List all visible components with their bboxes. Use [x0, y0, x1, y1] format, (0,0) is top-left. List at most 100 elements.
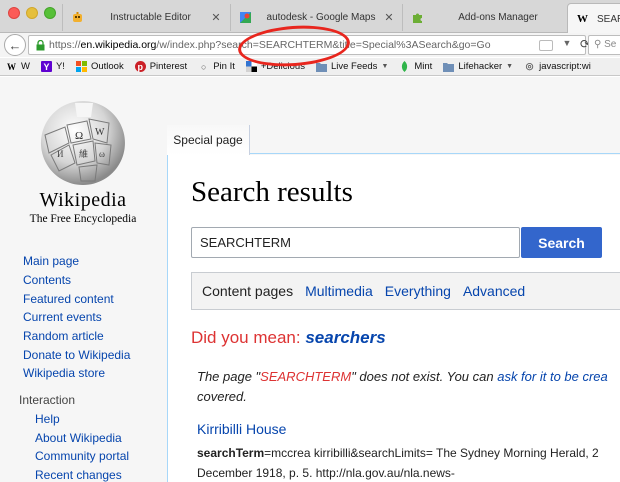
chevron-down-icon[interactable]: ▼: [561, 38, 573, 48]
bookmark-folder-live-feeds[interactable]: Live Feeds ▼: [315, 61, 388, 72]
bookmark-label: Y!: [55, 61, 65, 72]
url-bar[interactable]: https://en.wikipedia.org/w/index.php?sea…: [28, 35, 590, 55]
pinterest-icon: p: [134, 61, 146, 72]
outlook-icon: [75, 61, 87, 72]
tab-special-page[interactable]: Special page: [167, 125, 250, 155]
bookmark-pin-it[interactable]: ○ Pin It: [198, 61, 235, 72]
sidebar-item-community-portal[interactable]: Community portal: [35, 449, 129, 463]
close-tab-icon[interactable]: ✕: [209, 11, 223, 24]
bookmark-outlook[interactable]: Outlook: [75, 61, 124, 72]
bookmark-label: Outlook: [90, 61, 124, 72]
did-you-mean: Did you mean: searchers: [191, 328, 386, 348]
page-not-exist-notice: The page "SEARCHTERM" does not exist. Yo…: [197, 367, 608, 407]
bookmark-folder-lifehacker[interactable]: Lifehacker ▼: [443, 61, 513, 72]
navigation-bar: ← https://en.wikipedia.org/w/index.php?s…: [0, 33, 620, 57]
request-page-link[interactable]: ask for it to be crea: [497, 369, 608, 384]
notice-text: covered.: [197, 389, 247, 404]
puzzle-piece-icon: [411, 11, 424, 24]
sidebar-item-random-article[interactable]: Random article: [23, 329, 104, 343]
page-title: Search results: [191, 176, 353, 208]
search-profile-bar: Content pages Multimedia Everything Adva…: [191, 272, 620, 310]
back-button[interactable]: ←: [4, 34, 26, 56]
lock-icon: [33, 39, 47, 51]
sidebar-heading-interaction: Interaction: [19, 393, 76, 407]
bookmark-label: Live Feeds: [330, 61, 378, 72]
bookmark-label: Mint: [414, 61, 433, 72]
reader-view-icon[interactable]: [539, 40, 553, 51]
did-you-mean-prefix: Did you mean:: [191, 328, 306, 347]
notice-text: The page ": [197, 369, 261, 384]
sidebar-item-featured-content[interactable]: Featured content: [23, 292, 114, 306]
wikipedia-tagline: The Free Encyclopedia: [29, 213, 137, 225]
bookmarklet-icon: ◎: [525, 61, 534, 71]
url-text[interactable]: https://en.wikipedia.org/w/index.php?sea…: [49, 39, 519, 51]
sidebar-item-donate[interactable]: Donate to Wikipedia: [23, 348, 130, 362]
sidebar-item-main-page[interactable]: Main page: [23, 254, 79, 268]
svg-text:Ω: Ω: [75, 130, 83, 142]
bookmark-wikipedia[interactable]: W W: [6, 61, 30, 72]
yahoo-icon: Y: [40, 61, 52, 72]
bookmark-mint[interactable]: Mint: [399, 61, 432, 72]
url-host: en.wikipedia.org: [80, 39, 157, 51]
bookmark-label: Pinterest: [149, 61, 188, 72]
tab-label: autodesk - Google Maps: [266, 12, 376, 23]
tab-add-ons-manager[interactable]: Add-ons Manager: [402, 4, 564, 31]
instructables-robot-icon: [71, 11, 84, 24]
url-path: /w/index.php?search=SEARCHTERM&title=Spe…: [156, 39, 491, 51]
svg-text:維: 維: [79, 148, 88, 159]
chevron-down-icon: ▼: [506, 63, 514, 70]
delicious-icon: [245, 61, 257, 72]
url-scheme: https://: [49, 39, 81, 51]
search-placeholder: Se: [604, 39, 617, 50]
search-result-snippet: searchTerm=mccrea kirribilli&searchLimit…: [197, 443, 620, 482]
sidebar-item-help[interactable]: Help: [35, 412, 60, 426]
tab-bar: Instructable Editor ✕ autodesk - Google …: [0, 0, 620, 34]
search-button[interactable]: Search: [521, 227, 602, 258]
window-maximize-button[interactable]: [44, 7, 56, 19]
sidebar-item-about[interactable]: About Wikipedia: [35, 431, 122, 445]
bookmark-label: javascript:wi: [539, 61, 591, 72]
snippet-text: =mccrea kirribilli&searchLimits= The Syd…: [264, 446, 599, 460]
tab-instructable-editor[interactable]: Instructable Editor ✕: [62, 4, 227, 31]
search-input[interactable]: ⚲ Se: [588, 35, 620, 55]
svg-text:И: И: [57, 149, 64, 159]
close-tab-icon[interactable]: ✕: [382, 11, 396, 24]
profile-multimedia[interactable]: Multimedia: [305, 283, 373, 299]
bookmark-pinterest[interactable]: p Pinterest: [134, 61, 188, 72]
wikipedia-w-icon: W: [7, 61, 16, 72]
search-result-title[interactable]: Kirribilli House: [197, 421, 286, 437]
bookmark-yahoo[interactable]: Y Y!: [40, 61, 65, 72]
folder-icon: [443, 61, 455, 72]
bookmark-label: Pin It: [213, 61, 235, 72]
bookmark-label: W: [21, 61, 30, 72]
tab-label: Add-ons Manager: [458, 12, 538, 23]
bookmark-label: +Delicious: [260, 61, 305, 72]
profile-content-pages: Content pages: [202, 283, 294, 299]
sidebar-item-store[interactable]: Wikipedia store: [23, 366, 105, 380]
profile-everything[interactable]: Everything: [385, 283, 451, 299]
window-close-button[interactable]: [8, 7, 20, 19]
sidebar-item-recent-changes[interactable]: Recent changes: [35, 468, 122, 482]
missing-page-link[interactable]: SEARCHTERM: [260, 369, 351, 384]
profile-advanced[interactable]: Advanced: [463, 283, 525, 299]
bookmark-javascript[interactable]: ◎ javascript:wi: [524, 61, 591, 72]
tabs-divider: [250, 153, 620, 154]
tab-wikipedia-search[interactable]: W SEAR: [567, 3, 620, 34]
snippet-match: searchTerm: [197, 446, 265, 460]
bookmark-delicious[interactable]: +Delicious: [245, 61, 305, 72]
folder-icon: [315, 61, 327, 72]
sidebar-item-current-events[interactable]: Current events: [23, 310, 102, 324]
google-maps-pin-icon: [239, 11, 252, 24]
search-input[interactable]: SEARCHTERM: [191, 227, 520, 258]
mint-leaf-icon: [399, 61, 410, 72]
notice-text: " does not exist. You can: [351, 369, 498, 384]
bookmarks-toolbar: W W Y Y! Outlook p Pinterest ○ Pin It +D…: [0, 58, 620, 76]
tab-label: Instructable Editor: [110, 12, 191, 23]
snippet-text: December 1918, p. 5. http://nla.gov.au/n…: [197, 466, 455, 480]
wikipedia-globe-logo[interactable]: Ω W И 維 ω: [35, 95, 131, 191]
window-minimize-button[interactable]: [26, 7, 38, 19]
did-you-mean-suggestion[interactable]: searchers: [305, 328, 385, 347]
sidebar-item-contents[interactable]: Contents: [23, 273, 71, 287]
tab-google-maps[interactable]: autodesk - Google Maps ✕: [230, 4, 400, 31]
tab-label: SEAR: [597, 13, 620, 25]
